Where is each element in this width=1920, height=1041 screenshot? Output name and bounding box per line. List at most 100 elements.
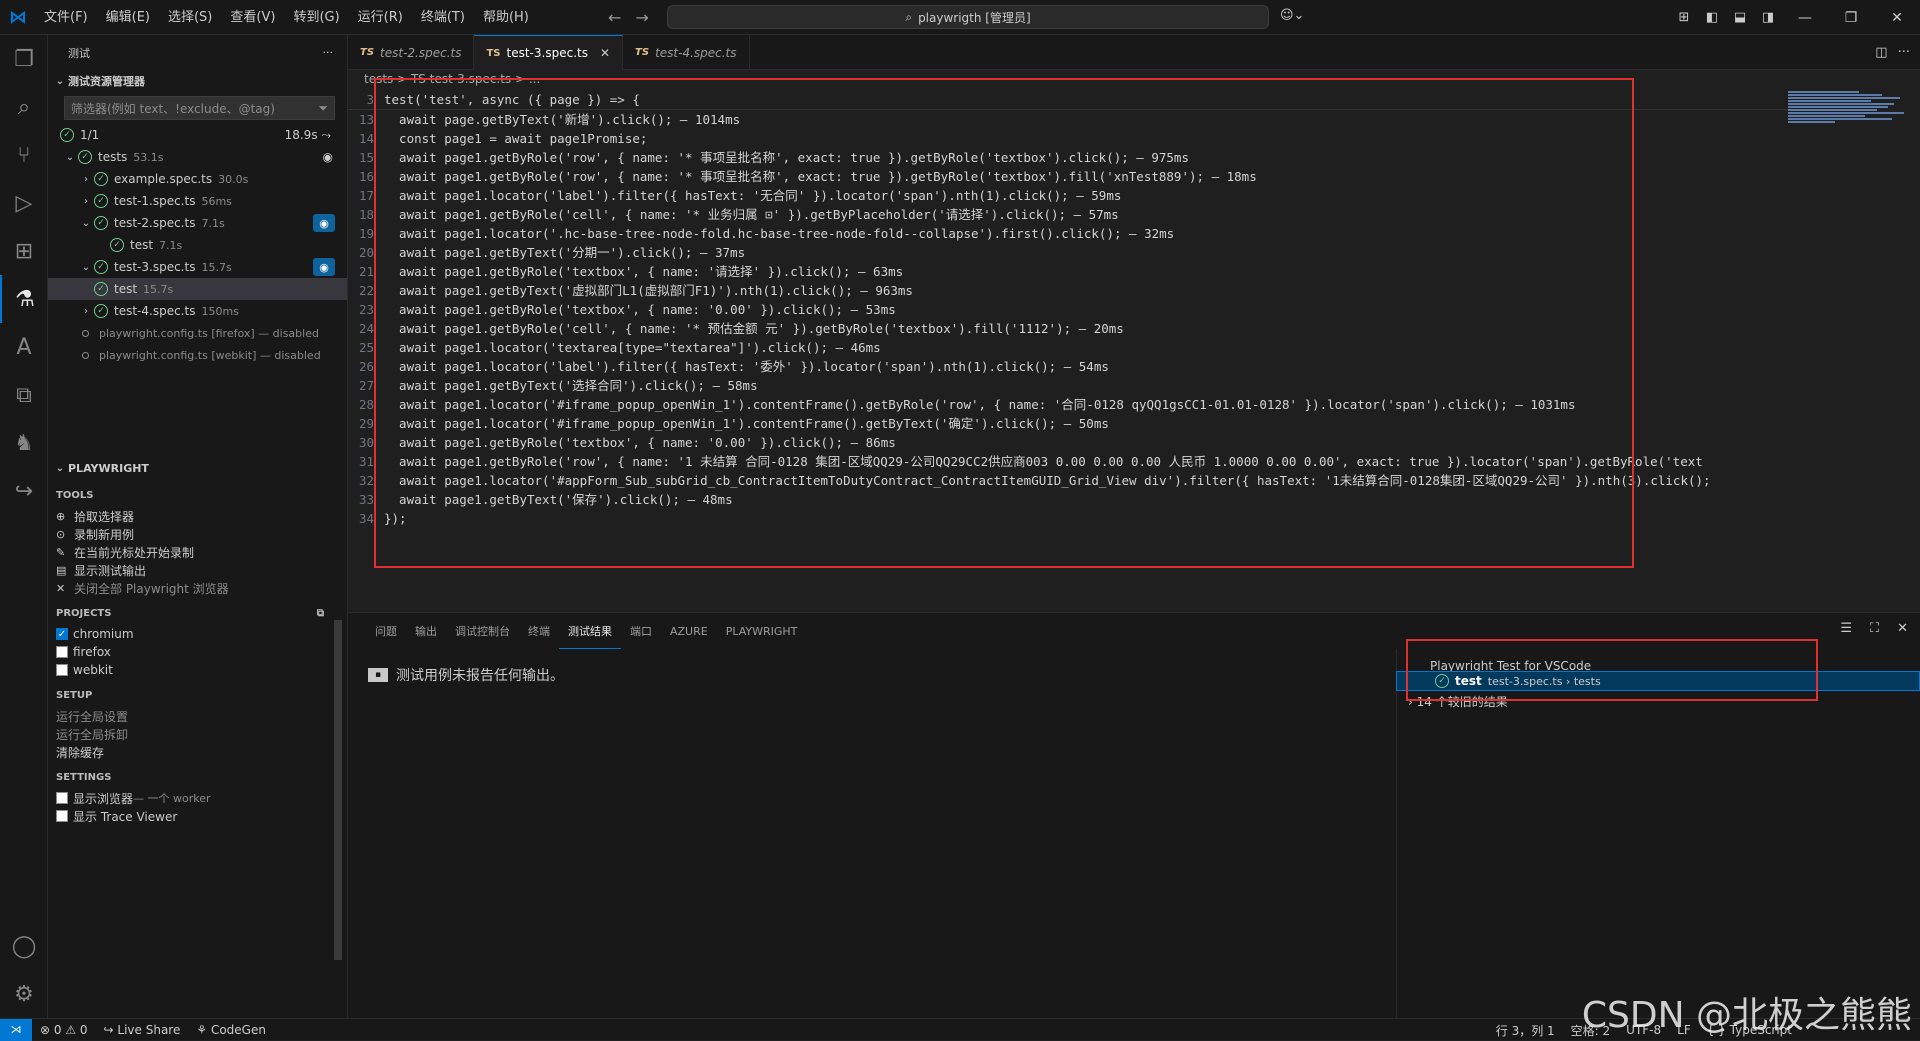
copilot-icon[interactable]: ☺⌄ (1280, 8, 1304, 23)
tab-output[interactable]: 输出 (406, 613, 446, 649)
toggle-sidebar-icon[interactable]: ◧ (1698, 10, 1726, 25)
record-at-cursor-button[interactable]: ✎在当前光标处开始录制 (48, 543, 348, 561)
chevron-right-icon: › (78, 306, 94, 317)
tree-item-test-2-spec[interactable]: ⌄ ✓ test-2.spec.ts 7.1s ◉ (48, 212, 347, 234)
toggle-secondary-sidebar-icon[interactable]: ◨ (1754, 10, 1782, 25)
more-actions-icon[interactable]: ··· (323, 46, 334, 59)
record-new-button[interactable]: ⊙录制新用例 (48, 525, 348, 543)
forward-arrow-icon[interactable]: → (635, 8, 648, 27)
close-window-icon[interactable]: ✕ (1874, 10, 1920, 26)
run-debug-icon[interactable]: ▷ (0, 179, 48, 227)
maximize-panel-icon[interactable]: ⛶ (1870, 621, 1879, 636)
menu-go[interactable]: 转到(G) (285, 0, 347, 35)
checkbox-icon[interactable] (56, 664, 68, 676)
close-tab-icon[interactable]: ✕ (600, 46, 610, 60)
tab-playwright[interactable]: PLAYWRIGHT (717, 613, 807, 649)
extensions-icon[interactable]: ⊞ (0, 227, 48, 275)
menu-select[interactable]: 选择(S) (160, 0, 220, 35)
show-trace-viewer-setting[interactable]: 显示 Trace Viewer (48, 807, 348, 825)
search-icon: ⌕ (905, 10, 912, 25)
source-control-icon[interactable]: ⑂ (0, 131, 48, 179)
command-center-search[interactable]: ⌕ playwrigth [管理员] (667, 5, 1269, 29)
filter-funnel-icon[interactable]: ⏷ (318, 101, 328, 116)
watch-eye-icon[interactable]: ◉ (313, 214, 335, 232)
menu-file[interactable]: 文件(F) (36, 0, 96, 35)
minimize-icon[interactable]: — (1782, 10, 1828, 26)
close-panel-icon[interactable]: ✕ (1897, 621, 1908, 636)
manage-gear-icon[interactable]: ⚙ (0, 970, 48, 1018)
run-global-setup-button[interactable]: 运行全局设置 (48, 707, 348, 725)
project-chromium[interactable]: ✓chromium (48, 625, 348, 643)
back-arrow-icon[interactable]: ← (608, 8, 621, 27)
tab-ports[interactable]: 端口 (621, 613, 661, 649)
run-global-teardown-button[interactable]: 运行全局拆卸 (48, 725, 348, 743)
menu-edit[interactable]: 编辑(E) (98, 0, 158, 35)
test-filter-input[interactable]: 筛选器(例如 text、!exclude、@tag) ⏷ (64, 96, 335, 120)
tree-item-test-1-spec[interactable]: › ✓ test-1.spec.ts 56ms (48, 190, 347, 212)
live-share-label: Live Share (117, 1023, 180, 1037)
eye-icon[interactable]: ◉ (323, 150, 333, 164)
clear-cache-button[interactable]: 清除缓存 (48, 743, 348, 761)
tab-terminal[interactable]: 终端 (519, 613, 559, 649)
account-icon[interactable]: ◯ (0, 922, 48, 970)
tab-test-2-spec[interactable]: TStest-2.spec.ts (348, 35, 474, 70)
remote-indicator-icon[interactable]: ⋊ (0, 1019, 32, 1041)
test-explorer-section-header[interactable]: ⌄ 测试资源管理器 (48, 70, 347, 92)
project-webkit[interactable]: webkit (48, 661, 348, 679)
tab-test-results[interactable]: 测试结果 (559, 613, 621, 649)
pass-check-icon: ✓ (94, 172, 108, 186)
checkbox-checked-icon[interactable]: ✓ (56, 628, 68, 640)
pick-locator-button[interactable]: ⊕拾取选择器 (48, 507, 348, 525)
tree-item-tests[interactable]: ⌄ ✓ tests 53.1s ◉ (48, 146, 347, 168)
remote-explorer-icon[interactable]: ⧉ (0, 371, 48, 419)
tab-test-4-spec[interactable]: TStest-4.spec.ts (623, 35, 749, 70)
playwright-section-header[interactable]: ⌄ PLAYWRIGHT (48, 457, 348, 479)
tree-item-example-spec[interactable]: › ✓ example.spec.ts 30.0s (48, 168, 347, 190)
project-firefox[interactable]: firefox (48, 643, 348, 661)
tab-problems[interactable]: 问题 (366, 613, 406, 649)
problems-status[interactable]: ⊗ 0 ⚠ 0 (32, 1023, 96, 1037)
split-editor-icon[interactable]: ◫ (1875, 45, 1887, 60)
codegen-status[interactable]: ⚘ CodeGen (188, 1023, 274, 1037)
toggle-panel-icon[interactable]: ⬓ (1726, 10, 1754, 25)
menu-view[interactable]: 查看(V) (222, 0, 283, 35)
menu-terminal[interactable]: 终端(T) (413, 0, 473, 35)
tab-azure[interactable]: AZURE (661, 613, 717, 649)
watch-eye-icon[interactable]: ◉ (313, 258, 335, 276)
playwright-icon[interactable]: ♞ (0, 419, 48, 467)
tree-item-firefox-disabled[interactable]: playwright.config.ts [firefox] — disable… (48, 322, 347, 344)
minimap[interactable] (1788, 90, 1906, 160)
live-share-icon[interactable]: ↪ (0, 467, 48, 515)
list-view-icon[interactable]: ☰ (1840, 621, 1852, 636)
explorer-icon[interactable]: ❐ (0, 35, 48, 83)
checkbox-icon[interactable] (56, 810, 68, 822)
close-browsers-button[interactable]: ✕关闭全部 Playwright 浏览器 (48, 579, 348, 597)
tree-item-test-4-spec[interactable]: › ✓ test-4.spec.ts 150ms (48, 300, 347, 322)
customize-layout-icon[interactable]: ⊞ (1670, 10, 1698, 25)
menu-run[interactable]: 运行(R) (350, 0, 411, 35)
testing-flask-icon[interactable]: ⚗ (0, 275, 48, 323)
tab-test-3-spec[interactable]: TStest-3.spec.ts✕ (474, 35, 623, 70)
tree-item-test-3-test[interactable]: ✓ test 15.7s (48, 278, 347, 300)
tree-item-test-2-test[interactable]: ✓ test 7.1s (48, 234, 347, 256)
sidebar-title: 测试 (68, 45, 90, 61)
select-all-icon[interactable]: ⧉ (317, 608, 324, 619)
search-view-icon[interactable]: ⌕ (0, 83, 48, 131)
show-browser-setting[interactable]: 显示浏览器— 一个 worker (48, 789, 348, 807)
tree-duration: 7.1s (201, 217, 224, 230)
restore-icon[interactable]: ❐ (1828, 10, 1874, 26)
activity-bar: ❐ ⌕ ⑂ ▷ ⊞ ⚗ A ⧉ ♞ ↪ ◯ ⚙ (0, 35, 48, 1018)
cursor-position[interactable]: 行 3，列 1 (1488, 1022, 1563, 1039)
more-actions-icon[interactable]: ··· (1898, 45, 1910, 60)
sidebar-scrollbar[interactable] (334, 620, 342, 960)
live-share-status[interactable]: ↪ Live Share (96, 1023, 189, 1037)
reveal-output-button[interactable]: ▤显示测试输出 (48, 561, 348, 579)
checkbox-icon[interactable] (56, 646, 68, 658)
panel-divider[interactable] (1396, 649, 1397, 1019)
tree-item-webkit-disabled[interactable]: playwright.config.ts [webkit] — disabled (48, 344, 347, 366)
azure-icon[interactable]: A (0, 323, 48, 371)
checkbox-icon[interactable] (56, 792, 68, 804)
tab-debug-console[interactable]: 调试控制台 (446, 613, 519, 649)
menu-help[interactable]: 帮助(H) (475, 0, 537, 35)
tree-item-test-3-spec[interactable]: ⌄ ✓ test-3.spec.ts 15.7s ◉ (48, 256, 347, 278)
